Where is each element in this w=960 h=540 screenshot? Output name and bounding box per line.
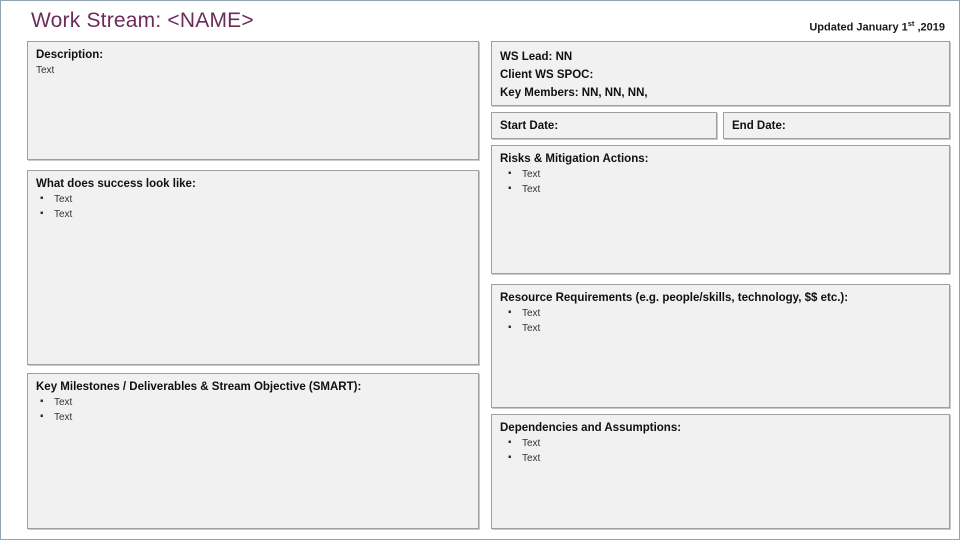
panel-start-date[interactable]: Start Date:	[491, 112, 717, 139]
panel-risks-mitigation[interactable]: Risks & Mitigation Actions: Text Text	[491, 145, 950, 274]
key-members-line: Key Members: NN, NN, NN,	[500, 87, 648, 99]
start-date-label: Start Date:	[500, 120, 559, 132]
dependencies-heading: Dependencies and Assumptions:	[500, 422, 682, 434]
list-item: Text	[36, 207, 470, 223]
risks-bullet-list: Text Text	[500, 167, 941, 198]
list-item: Text	[500, 182, 941, 198]
description-body: Text	[36, 65, 55, 76]
list-item: Text	[500, 306, 941, 322]
end-date-label: End Date:	[732, 120, 786, 132]
panel-key-milestones[interactable]: Key Milestones / Deliverables & Stream O…	[27, 373, 479, 529]
resources-heading: Resource Requirements (e.g. people/skill…	[500, 292, 849, 304]
list-item: Text	[500, 451, 941, 467]
resources-bullet-list: Text Text	[500, 306, 941, 337]
success-heading: What does success look like:	[36, 178, 196, 190]
client-ws-spoc-line: Client WS SPOC:	[500, 69, 594, 81]
success-bullet-list: Text Text	[36, 192, 470, 223]
panel-dependencies-assumptions[interactable]: Dependencies and Assumptions: Text Text	[491, 414, 950, 529]
milestones-bullet-list: Text Text	[36, 395, 470, 426]
panel-description[interactable]: Description: Text	[27, 41, 479, 160]
description-heading: Description:	[36, 49, 104, 61]
dependencies-bullet-list: Text Text	[500, 436, 941, 467]
list-item: Text	[36, 192, 470, 208]
list-item: Text	[36, 410, 470, 426]
risks-heading: Risks & Mitigation Actions:	[500, 153, 649, 165]
list-item: Text	[500, 436, 941, 452]
panel-success-criteria[interactable]: What does success look like: Text Text	[27, 170, 479, 365]
updated-date-prefix: Updated January 1	[809, 21, 908, 34]
updated-date-year: ,2019	[914, 21, 945, 34]
slide-canvas: Work Stream: <NAME> Updated January 1st …	[0, 0, 960, 540]
panel-team[interactable]: WS Lead: NN Client WS SPOC: Key Members:…	[491, 41, 950, 106]
list-item: Text	[500, 167, 941, 183]
panel-end-date[interactable]: End Date:	[723, 112, 950, 139]
ws-lead-line: WS Lead: NN	[500, 51, 573, 63]
list-item: Text	[500, 321, 941, 337]
updated-date: Updated January 1st ,2019	[809, 19, 945, 34]
panel-resource-requirements[interactable]: Resource Requirements (e.g. people/skill…	[491, 284, 950, 408]
page-title: Work Stream: <NAME>	[31, 9, 254, 32]
milestones-heading: Key Milestones / Deliverables & Stream O…	[36, 381, 362, 393]
list-item: Text	[36, 395, 470, 411]
